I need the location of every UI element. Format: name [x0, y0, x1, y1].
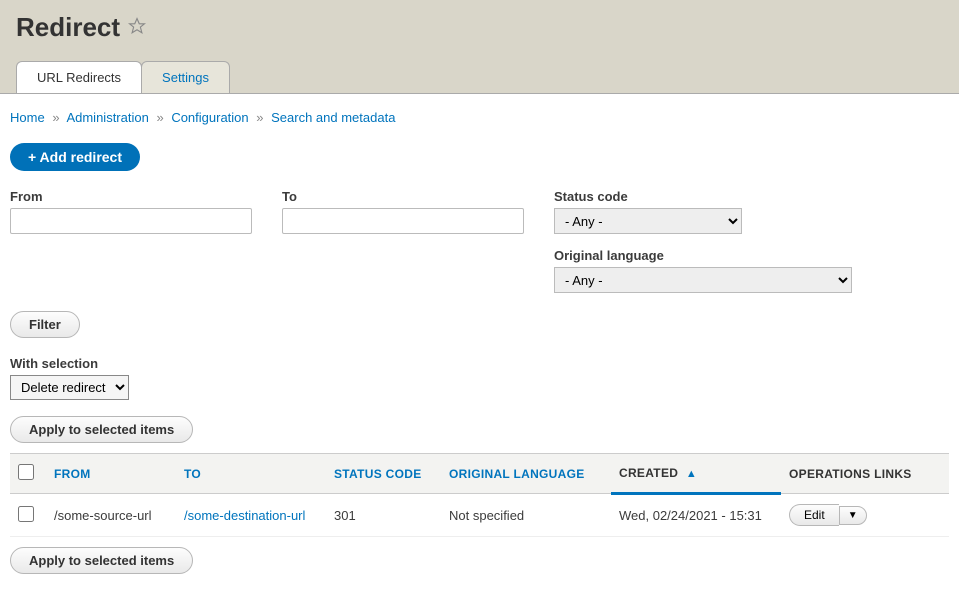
bulk-select[interactable]: Delete redirect [10, 375, 129, 400]
from-input[interactable] [10, 208, 252, 234]
cell-lang: Not specified [441, 494, 611, 537]
filter-to: To [282, 189, 524, 293]
col-from-link[interactable]: FROM [54, 467, 91, 481]
breadcrumb-sep: » [52, 110, 59, 125]
tab-settings[interactable]: Settings [141, 61, 230, 93]
row-checkbox[interactable] [18, 506, 34, 522]
col-checkbox [10, 454, 46, 494]
filter-button-row: Filter [10, 311, 949, 338]
tab-url-redirects[interactable]: URL Redirects [16, 61, 142, 93]
col-from: FROM [46, 454, 176, 494]
title-row: Redirect [16, 12, 943, 43]
ops-group: Edit ▼ [789, 504, 867, 526]
filter-button[interactable]: Filter [10, 311, 80, 338]
filter-status: Status code - Any - [554, 189, 852, 234]
header-area: Redirect URL Redirects Settings [0, 0, 959, 94]
bulk-label: With selection [10, 356, 949, 371]
star-icon[interactable] [128, 17, 146, 38]
cell-ops: Edit ▼ [781, 494, 949, 537]
to-label: To [282, 189, 524, 204]
edit-button[interactable]: Edit [789, 504, 839, 526]
status-select[interactable]: - Any - [554, 208, 742, 234]
filter-from: From [10, 189, 252, 293]
from-label: From [10, 189, 252, 204]
chevron-down-icon: ▼ [848, 510, 858, 521]
cell-status: 301 [326, 494, 441, 537]
select-all-checkbox[interactable] [18, 464, 34, 480]
breadcrumb-sep: » [156, 110, 163, 125]
breadcrumb-admin[interactable]: Administration [66, 110, 148, 125]
col-ops: OPERATIONS LINKS [781, 454, 949, 494]
breadcrumb-config[interactable]: Configuration [171, 110, 248, 125]
add-redirect-button[interactable]: + Add redirect [10, 143, 140, 171]
apply-button-bottom[interactable]: Apply to selected items [10, 547, 193, 574]
filters: From To Status code - Any - Original lan… [10, 189, 949, 293]
apply-button-top[interactable]: Apply to selected items [10, 416, 193, 443]
cell-checkbox [10, 494, 46, 537]
breadcrumb-sep: » [256, 110, 263, 125]
status-label: Status code [554, 189, 852, 204]
cell-from: /some-source-url [46, 494, 176, 537]
lang-label: Original language [554, 248, 852, 263]
breadcrumb-home[interactable]: Home [10, 110, 45, 125]
col-lang-link[interactable]: ORIGINAL LANGUAGE [449, 467, 585, 481]
to-input[interactable] [282, 208, 524, 234]
redirects-table: FROM TO STATUS CODE ORIGINAL LANGUAGE CR… [10, 453, 949, 537]
ops-dropdown-button[interactable]: ▼ [839, 506, 867, 525]
filter-right-col: Status code - Any - Original language - … [554, 189, 852, 293]
col-to-link[interactable]: TO [184, 467, 201, 481]
apply-row-bottom: Apply to selected items [10, 547, 949, 574]
col-lang: ORIGINAL LANGUAGE [441, 454, 611, 494]
col-status-link[interactable]: STATUS CODE [334, 467, 422, 481]
col-created: CREATED ▲ [611, 454, 781, 494]
col-created-label[interactable]: CREATED [619, 466, 678, 480]
breadcrumb-search[interactable]: Search and metadata [271, 110, 395, 125]
row-to-link[interactable]: /some-destination-url [184, 508, 305, 523]
col-status: STATUS CODE [326, 454, 441, 494]
tabs: URL Redirects Settings [16, 61, 943, 93]
cell-created: Wed, 02/24/2021 - 15:31 [611, 494, 781, 537]
cell-to: /some-destination-url [176, 494, 326, 537]
page-title: Redirect [16, 12, 120, 43]
apply-row-top: Apply to selected items [10, 416, 949, 443]
col-to: TO [176, 454, 326, 494]
breadcrumb: Home » Administration » Configuration » … [10, 110, 949, 125]
table-header-row: FROM TO STATUS CODE ORIGINAL LANGUAGE CR… [10, 454, 949, 494]
sort-asc-icon: ▲ [686, 468, 697, 480]
lang-select[interactable]: - Any - [554, 267, 852, 293]
content: Home » Administration » Configuration » … [0, 94, 959, 600]
table-row: /some-source-url /some-destination-url 3… [10, 494, 949, 537]
filter-lang: Original language - Any - [554, 248, 852, 293]
